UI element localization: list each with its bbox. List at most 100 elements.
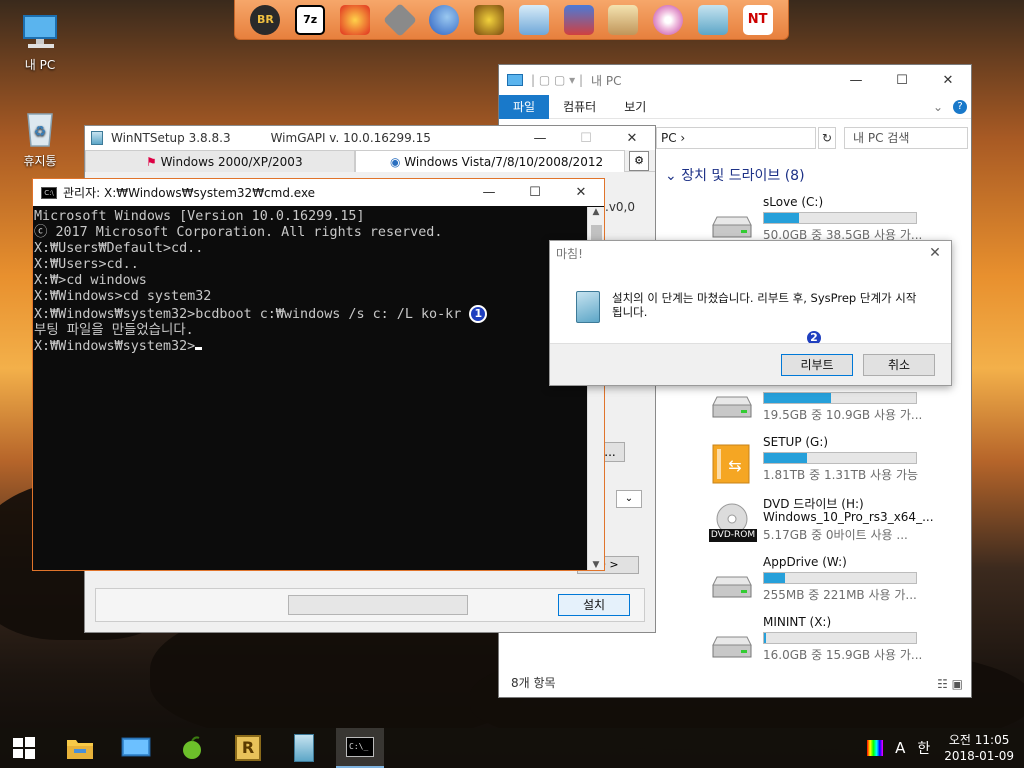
cancel-button[interactable]: 취소 [863, 354, 935, 376]
taskbar-green-app[interactable] [168, 728, 216, 768]
drive-item[interactable]: DVD-ROM DVD 드라이브 (H:) Windows_10_Pro_rs3… [709, 495, 949, 551]
console-line: X:₩Windows>cd system32 [34, 289, 212, 304]
color-palette-icon[interactable] [867, 740, 884, 756]
text-cursor [195, 347, 203, 350]
taskbar-file-explorer[interactable] [56, 728, 104, 768]
drive-item[interactable]: MININT (X:) 16.0GB 중 15.9GB 사용 가... [709, 615, 949, 671]
computer-icon [20, 12, 60, 52]
tab-file[interactable]: 파일 [499, 94, 550, 119]
group-header[interactable]: ⌄ 장치 및 드라이브 (8) [665, 165, 805, 185]
winntsetup-tabs: ⚑ Windows 2000/XP/2003 ◉ Windows Vista/7… [85, 150, 655, 172]
console-output[interactable]: Microsoft Windows [Version 10.0.16299.15… [33, 207, 587, 570]
quick-access-toolbar[interactable]: | ▢ ▢ ▾ | [531, 73, 583, 87]
scroll-up-icon[interactable]: ▲ [588, 207, 604, 217]
close-button[interactable]: ✕ [925, 65, 971, 95]
partition-icon[interactable] [429, 4, 460, 35]
drive-info: 1.81TB 중 1.31TB 사용 가능 [763, 468, 919, 482]
system-tray: A 한 오전 11:05 2018-01-09 [867, 728, 1024, 768]
archive-icon[interactable] [608, 4, 639, 35]
disc-burn-icon[interactable] [653, 4, 684, 35]
tab-windows-xp[interactable]: ⚑ Windows 2000/XP/2003 [85, 150, 355, 172]
console-line: 부팅 파일을 만들었습니다. [34, 323, 194, 338]
network-icon[interactable] [563, 4, 594, 35]
explorer-titlebar: | ▢ ▢ ▾ | 내 PC — ☐ ✕ [499, 65, 971, 95]
minimize-button[interactable]: — [466, 179, 512, 206]
select-dropdown[interactable]: ⌄ [616, 490, 642, 508]
ntpwedit-icon[interactable]: NT [742, 4, 773, 35]
view-toggle-icons[interactable]: ☷ ▣ [937, 677, 963, 691]
version-fragment: .v0,0 [605, 200, 635, 214]
maximize-button[interactable]: ☐ [512, 179, 558, 206]
clock-date: 2018-01-09 [944, 749, 1014, 763]
usage-bar [763, 572, 917, 584]
setup-icon[interactable] [697, 4, 728, 35]
computer-icon [507, 74, 523, 86]
minimize-button[interactable]: — [517, 126, 563, 150]
tab-view[interactable]: 보기 [610, 95, 660, 119]
tab-computer[interactable]: 컴퓨터 [549, 95, 610, 119]
maximize-button[interactable]: ☐ [879, 65, 925, 95]
drive-name: MININT (X:) [763, 615, 832, 629]
floppy-icon[interactable] [382, 2, 417, 37]
drive-name: SETUP (G:) [763, 435, 829, 449]
clock[interactable]: 오전 11:05 2018-01-09 [944, 732, 1014, 764]
taskbar-r-app[interactable]: R [224, 728, 272, 768]
start-button[interactable] [0, 728, 48, 768]
hdd-icon [709, 563, 755, 605]
address-path[interactable]: PC › [656, 127, 816, 149]
search-input[interactable]: 내 PC 검색 [844, 127, 968, 149]
install-button[interactable]: 설치 [558, 594, 630, 616]
taskbar-monitor-app[interactable] [112, 728, 160, 768]
drive-options-icon[interactable]: ⚙ [629, 151, 649, 171]
group-header-label: 장치 및 드라이브 (8) [681, 168, 805, 184]
language-indicator[interactable]: A [895, 739, 905, 757]
chevron-down-icon: ⌄ [665, 168, 682, 184]
drive-item[interactable]: ⇆ SETUP (G:) 1.81TB 중 1.31TB 사용 가능 [709, 435, 949, 491]
close-button[interactable]: ✕ [558, 179, 604, 206]
desktop-icon-my-pc[interactable]: 내 PC [10, 12, 70, 73]
minimize-button[interactable]: — [833, 65, 879, 95]
monitor-app-icon [121, 737, 151, 757]
usage-bar [763, 212, 917, 224]
console-line: X:₩Users₩Default>cd.. [34, 241, 204, 256]
drive-info: 5.17GB 중 0바이트 사용 ... [763, 528, 908, 542]
close-button[interactable]: ✕ [609, 126, 655, 150]
dialog-title: 마침! [556, 247, 583, 261]
maximize-button[interactable]: ☐ [563, 126, 609, 150]
ime-indicator[interactable]: 한 [917, 738, 930, 758]
help-icon[interactable]: ? [953, 99, 967, 114]
console-line: ⓒ 2017 Microsoft Corporation. All rights… [34, 225, 443, 240]
dialog-message: 설치의 이 단계는 마쳤습니다. 리부트 후, SysPrep 단계가 시작 됩… [612, 291, 917, 319]
7zip-icon[interactable]: 7z [295, 4, 326, 35]
tab-windows-vista[interactable]: ◉ Windows Vista/7/8/10/2008/2012 [355, 150, 625, 172]
refresh-icon[interactable]: ↻ [818, 127, 836, 149]
bulk-rename-icon[interactable]: BR [250, 4, 281, 35]
drive-info: 19.5GB 중 10.9GB 사용 가... [763, 408, 923, 422]
taskbar-cmd[interactable]: C:\_ [336, 728, 384, 768]
disk-tool-icon[interactable] [339, 4, 370, 35]
chevron-down-icon[interactable]: ⌄ [933, 100, 943, 114]
setup-icon [576, 291, 600, 323]
hdd-icon [709, 203, 755, 245]
close-button[interactable]: ✕ [925, 245, 945, 263]
winntsetup-footer: 설치 [95, 588, 645, 622]
desktop-icon-label: 휴지통 [23, 154, 57, 168]
console-line: Microsoft Windows [Version 10.0.16299.15… [34, 209, 365, 224]
desktop-icon-recycle-bin[interactable]: ♻ 휴지통 [10, 108, 70, 169]
notepad-icon[interactable] [518, 4, 549, 35]
dvd-label: DVD-ROM [709, 529, 757, 542]
progress-bar [288, 595, 468, 615]
start-windows-icon [13, 737, 35, 759]
reboot-button[interactable]: 리부트 [781, 354, 853, 376]
scroll-down-icon[interactable]: ▼ [588, 560, 604, 570]
svg-text:⇆: ⇆ [728, 456, 741, 475]
drive-item[interactable]: AppDrive (W:) 255MB 중 221MB 사용 가... [709, 555, 949, 611]
winntsetup-titlebar: WinNTSetup 3.8.8.3 WimGAPI v. 10.0.16299… [85, 126, 655, 150]
winntsetup-icon [91, 131, 103, 145]
taskbar-winntsetup[interactable] [280, 728, 328, 768]
drive-name: AppDrive (W:) [763, 555, 847, 569]
drive-info: 16.0GB 중 15.9GB 사용 가... [763, 648, 923, 662]
clock-time: 오전 11:05 [948, 733, 1010, 747]
flower-app-icon[interactable] [474, 4, 505, 35]
address-bar: PC › ↻ 내 PC 검색 [656, 126, 968, 150]
